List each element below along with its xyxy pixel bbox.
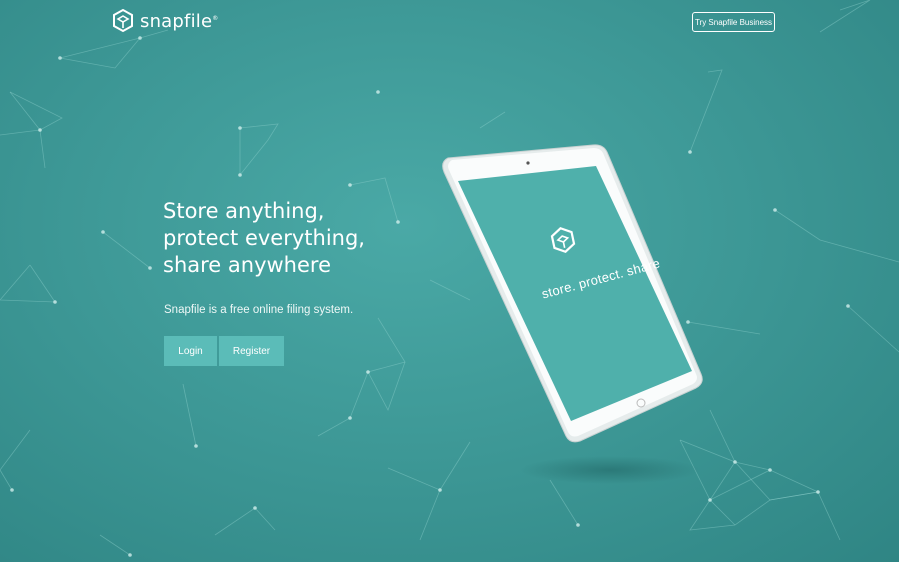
hero-headline: Store anything, protect everything, shar… — [163, 198, 403, 279]
headline-line-3: share anywhere — [163, 253, 331, 277]
snapfile-logo-icon — [113, 9, 133, 33]
network-background — [0, 0, 899, 557]
try-business-button[interactable]: Try Snapfile Business — [692, 12, 775, 32]
brand-name: snapfile® — [140, 10, 219, 32]
headline-line-2: protect everything, — [163, 226, 365, 250]
register-button[interactable]: Register — [219, 336, 284, 366]
hero-subtitle: Snapfile is a free online filing system. — [164, 304, 354, 316]
login-button[interactable]: Login — [164, 336, 217, 366]
brand-logo[interactable]: snapfile® — [112, 9, 218, 33]
headline-line-1: Store anything, — [163, 199, 325, 223]
